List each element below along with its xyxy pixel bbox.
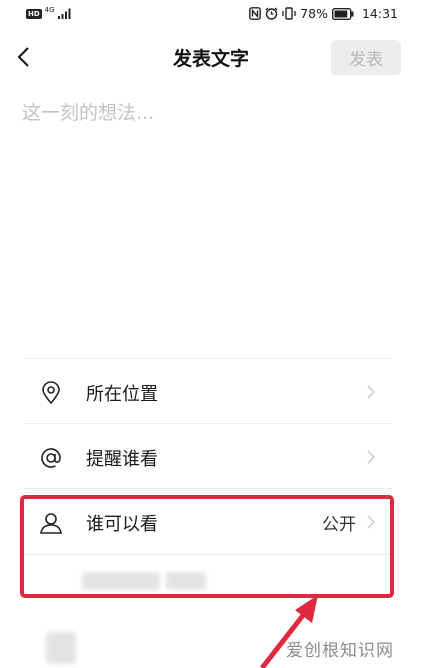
battery-percent: 78%: [300, 6, 328, 21]
clock: 14:31: [361, 6, 398, 21]
blurred-avatar: [46, 632, 76, 664]
hd-badge: HD: [26, 8, 42, 19]
alarm-icon: [265, 7, 278, 20]
mention-label: 提醒谁看: [86, 449, 158, 470]
battery-icon: [331, 7, 354, 20]
highlight-box: [20, 495, 394, 598]
location-label: 所在位置: [86, 384, 158, 405]
status-right: 78% 14:31: [249, 6, 398, 21]
divider: [24, 423, 392, 424]
divider: [24, 488, 392, 489]
publish-button[interactable]: 发表: [331, 40, 401, 75]
signal-icon: [57, 8, 71, 19]
location-pin-icon: [42, 381, 60, 405]
location-row[interactable]: 所在位置: [24, 362, 392, 422]
vibrate-icon: [282, 7, 296, 20]
chevron-right-icon: [367, 450, 376, 464]
watermark: 爱创根知识网: [286, 641, 394, 661]
at-sign-icon: [41, 448, 61, 468]
divider: [24, 358, 392, 359]
network-type: 4G: [44, 5, 55, 14]
status-bar: HD 4G 78% 14:31: [0, 0, 422, 28]
status-left: HD 4G: [26, 5, 72, 19]
chevron-right-icon: [367, 385, 376, 399]
mention-row[interactable]: 提醒谁看: [24, 427, 392, 487]
nfc-icon: [249, 7, 262, 20]
post-text-input[interactable]: 这一刻的想法...: [22, 98, 402, 338]
